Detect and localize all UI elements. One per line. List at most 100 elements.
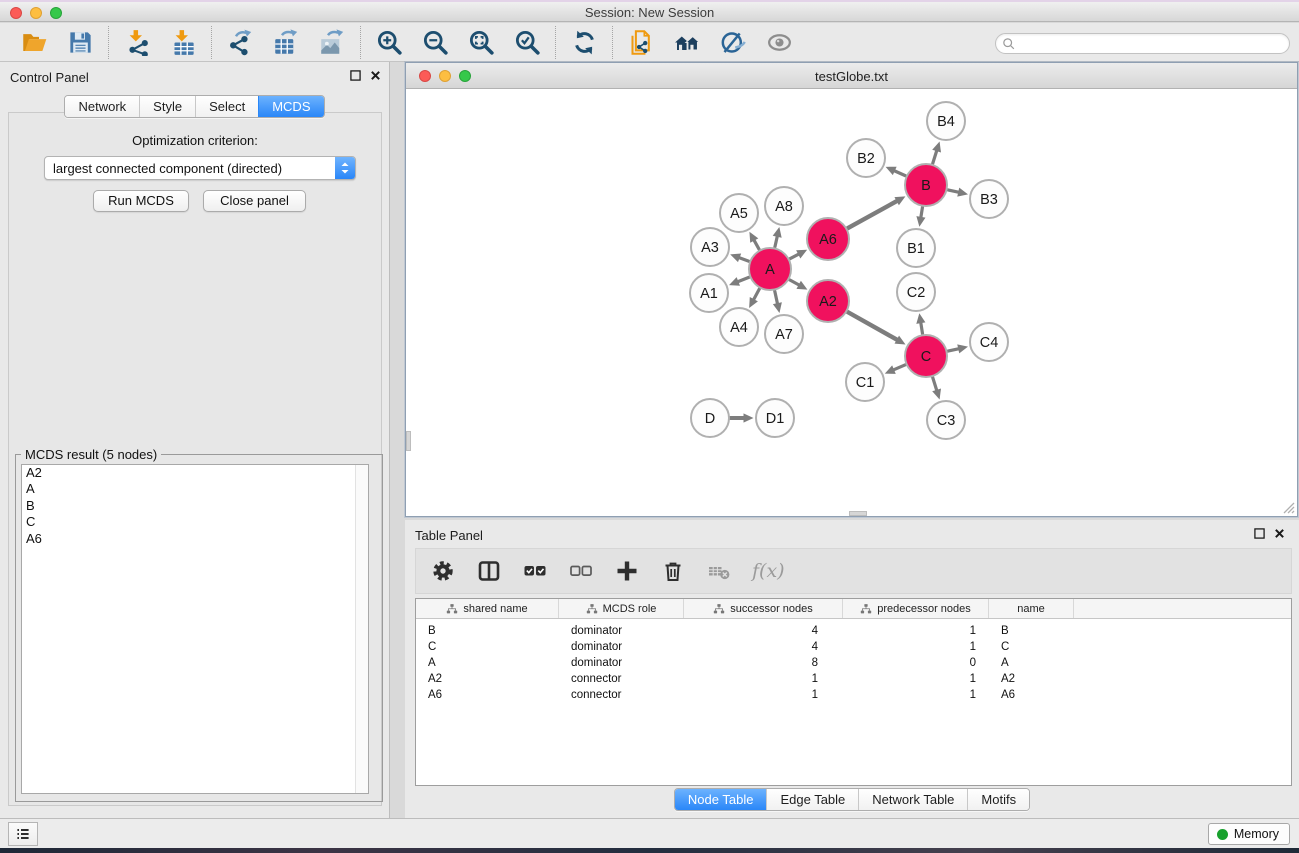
table-cell[interactable]: 1 [684,673,843,685]
table-cell[interactable]: 1 [684,689,843,701]
table-cell[interactable]: connector [559,689,684,701]
run-mcds-button[interactable]: Run MCDS [93,190,189,212]
network-window-titlebar[interactable]: testGlobe.txt [406,63,1297,89]
close-panel-button[interactable]: Close panel [203,190,306,212]
delete-rows-trash-icon[interactable] [660,558,686,584]
tab-style[interactable]: Style [139,96,195,117]
table-cell[interactable]: 4 [684,625,843,637]
zoom-out-icon[interactable] [419,26,451,58]
edge-A-A4[interactable] [753,289,759,301]
memory-button[interactable]: Memory [1208,823,1290,845]
cybrowser-home-icon[interactable] [671,26,703,58]
table-cell[interactable]: connector [559,673,684,685]
edge-A-A1[interactable] [736,277,749,282]
table-cell[interactable]: B [989,625,1074,637]
table-float-panel-icon[interactable] [1254,528,1265,539]
table-tab-node-table[interactable]: Node Table [675,789,767,810]
export-image-icon[interactable] [316,26,348,58]
table-cell[interactable]: 1 [843,641,989,653]
edge-B-B2[interactable] [893,170,906,176]
result-item[interactable]: A2 [22,465,368,481]
save-session-icon[interactable] [64,26,96,58]
table-cell[interactable]: C [416,641,559,653]
table-cell[interactable]: 1 [843,625,989,637]
bottom-panel-grip[interactable] [849,511,867,516]
mcds-result-list[interactable]: A2ABCA6 [21,464,369,794]
edge-C-C3[interactable] [933,377,937,391]
float-panel-icon[interactable] [350,70,361,81]
table-cell[interactable]: A6 [989,689,1074,701]
select-all-rows-icon[interactable] [522,558,548,584]
result-item[interactable]: A6 [22,531,368,547]
edge-B-B4[interactable] [933,149,937,163]
zoom-in-icon[interactable] [373,26,405,58]
table-tab-edge-table[interactable]: Edge Table [766,789,858,810]
table-cell[interactable]: A2 [989,673,1074,685]
column-header-shared-name[interactable]: shared name [416,599,559,618]
new-network-from-selection-icon[interactable] [625,26,657,58]
function-builder-fx-icon[interactable]: f(x) [752,558,785,584]
table-cell[interactable]: A2 [416,673,559,685]
show-graphics-details-icon[interactable] [763,26,795,58]
criterion-dropdown[interactable]: largest connected component (directed) [44,156,356,180]
zoom-selected-icon[interactable] [511,26,543,58]
table-settings-gear-icon[interactable] [430,558,456,584]
table-cell[interactable]: 0 [843,657,989,669]
column-header-MCDS-role[interactable]: MCDS role [559,599,684,618]
table-tab-network-table[interactable]: Network Table [858,789,967,810]
column-visibility-icon[interactable] [476,558,502,584]
task-history-button[interactable] [8,822,38,846]
table-tab-motifs[interactable]: Motifs [967,789,1029,810]
table-row[interactable]: A6connector11A6 [416,687,1291,703]
edge-A-A7[interactable] [775,291,778,305]
refresh-view-icon[interactable] [568,26,600,58]
export-table-icon[interactable] [270,26,302,58]
left-panel-grip[interactable] [406,431,411,451]
import-table-icon[interactable] [167,26,199,58]
table-cell[interactable]: dominator [559,625,684,637]
table-cell[interactable]: A [416,657,559,669]
result-item[interactable]: B [22,498,368,514]
arrowhead-icon [957,188,968,197]
tab-select[interactable]: Select [195,96,258,117]
tab-network[interactable]: Network [65,96,139,117]
delete-column-icon[interactable] [706,558,732,584]
network-canvas[interactable]: B4B2BB3A5A8A6A3B1AA1C2A2A4A7C4CC1DD1C3 [406,90,1297,516]
table-cell[interactable]: A6 [416,689,559,701]
result-item[interactable]: A [22,481,368,497]
table-cell[interactable]: A [989,657,1074,669]
zoom-fit-icon[interactable] [465,26,497,58]
add-column-icon[interactable] [614,558,640,584]
tab-mcds[interactable]: MCDS [258,96,323,117]
edge-A6-B[interactable] [848,200,899,228]
table-cell[interactable]: 1 [843,673,989,685]
result-item[interactable]: C [22,514,368,530]
deselect-all-rows-icon[interactable] [568,558,594,584]
table-cell[interactable]: 4 [684,641,843,653]
search-input[interactable] [1016,36,1289,52]
table-cell[interactable]: dominator [559,657,684,669]
search-field[interactable] [995,33,1290,54]
table-row[interactable]: A2connector11A2 [416,671,1291,687]
table-cell[interactable]: C [989,641,1074,653]
table-row[interactable]: Bdominator41B [416,623,1291,639]
column-header-name[interactable]: name [989,599,1074,618]
table-cell[interactable]: dominator [559,641,684,653]
open-session-icon[interactable] [18,26,50,58]
column-header-predecessor-nodes[interactable]: predecessor nodes [843,599,989,618]
result-list-scrollbar[interactable] [355,465,368,793]
table-row[interactable]: Adominator80A [416,655,1291,671]
table-cell[interactable]: 1 [843,689,989,701]
edge-A2-C[interactable] [848,312,899,341]
window-resize-grip[interactable] [1281,500,1295,514]
column-header-successor-nodes[interactable]: successor nodes [684,599,843,618]
table-row[interactable]: Cdominator41C [416,639,1291,655]
close-panel-icon[interactable] [370,70,381,81]
import-network-icon[interactable] [121,26,153,58]
edge-C-C1[interactable] [892,365,905,371]
table-cell[interactable]: B [416,625,559,637]
hide-graphics-details-icon[interactable] [717,26,749,58]
export-network-icon[interactable] [224,26,256,58]
table-close-panel-icon[interactable] [1274,528,1285,539]
table-cell[interactable]: 8 [684,657,843,669]
